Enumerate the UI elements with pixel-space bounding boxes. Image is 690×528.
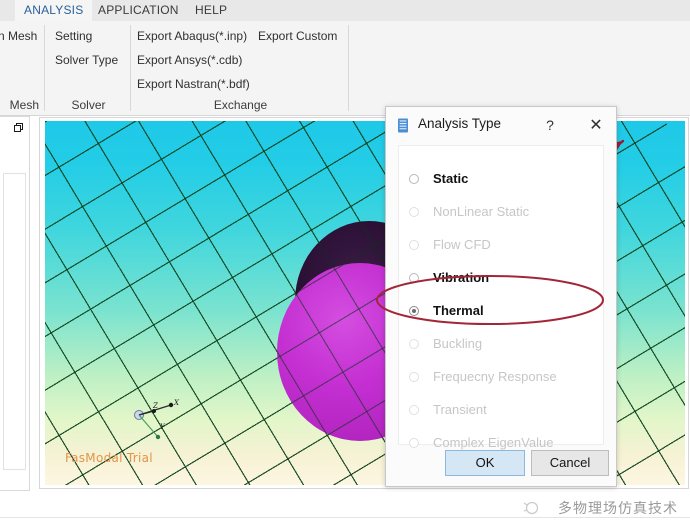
help-button[interactable]: ? [539,115,561,137]
ribbon-group-title-exchange: Exchange [213,98,268,112]
ribbon-item-export-abaqus[interactable]: Export Abaqus(*.inp) [137,29,247,43]
radio-label: Transient [433,402,487,417]
ribbon-item-mesh[interactable]: n Mesh [0,29,37,43]
ribbon-group-separator [348,25,349,111]
ribbon-item-setting[interactable]: Setting [55,29,92,43]
footer-watermark: 多物理场仿真技术 [558,501,678,517]
left-dock-tree[interactable] [3,173,26,470]
radio-indicator-selected [409,306,419,316]
footer-divider [0,517,690,518]
tab-application[interactable]: APPLICATION [89,0,188,21]
footer-bar: 多物理场仿真技术 [0,492,690,528]
svg-text:Z: Z [152,402,158,410]
restore-window-icon[interactable] [14,123,25,134]
ribbon-tabstrip: ANALYSIS APPLICATION HELP [0,0,690,22]
ribbon-group-mesh: n Mesh Mesh [0,21,45,115]
tab-help[interactable]: HELP [186,0,236,21]
tab-analysis[interactable]: ANALYSIS [15,0,93,21]
ribbon-group-separator [44,25,45,111]
ribbon-group-separator [130,25,131,111]
trial-watermark: FasModal Trial [65,451,153,465]
ribbon-item-export-nastran[interactable]: Export Nastran(*.bdf) [137,77,250,91]
radio-label: Flow CFD [433,237,491,252]
radio-indicator [409,207,419,217]
radio-indicator [409,174,419,184]
radio-indicator [409,240,419,250]
dialog-button-row: OK Cancel [386,450,616,476]
axis-triad-icon: X Z Y [134,399,180,440]
dialog-title: Analysis Type [418,116,502,131]
radio-indicator [409,339,419,349]
close-icon[interactable]: ✕ [584,115,608,137]
dialog-titlebar[interactable]: Analysis Type ? ✕ [386,107,616,143]
cancel-button[interactable]: Cancel [531,450,609,476]
brand-logo-icon [523,501,539,515]
radio-indicator [409,405,419,415]
radio-indicator [409,372,419,382]
app-window: ANALYSIS APPLICATION HELP n Mesh Mesh Se… [0,0,690,528]
radio-label: NonLinear Static [433,204,530,219]
document-list-icon [398,118,408,133]
radio-label: Buckling [433,336,483,351]
radio-indicator [409,438,419,448]
ribbon-item-export-ansys[interactable]: Export Ansys(*.cdb) [137,53,242,67]
ribbon-group-solver: Setting Solver Type Solver [46,21,131,115]
ribbon-item-solver-type[interactable]: Solver Type [55,53,118,67]
ribbon-group-title-solver: Solver [71,98,106,112]
svg-text:Y: Y [160,423,166,431]
radio-label: Thermal [433,303,484,318]
radio-label: Static [433,171,469,186]
ribbon-panel: n Mesh Mesh Setting Solver Type Solver E… [0,21,690,116]
radio-label: Vibration [433,270,490,285]
ribbon-group-title-mesh: Mesh [9,98,39,112]
analysis-type-options: Static NonLinear Static Flow CFD Vibrati… [398,145,604,450]
radio-label: Frequecny Response [433,369,557,384]
svg-text:X: X [173,399,180,407]
ribbon-item-export-custom[interactable]: Export Custom [258,29,337,43]
radio-indicator [409,273,419,283]
ribbon-group-exchange: Export Abaqus(*.inp) Export Custom Expor… [132,21,349,115]
analysis-type-dialog: Analysis Type ? ✕ Static NonLinear Stati… [385,106,617,487]
ok-button[interactable]: OK [445,450,525,476]
left-dock-panel [0,116,30,491]
